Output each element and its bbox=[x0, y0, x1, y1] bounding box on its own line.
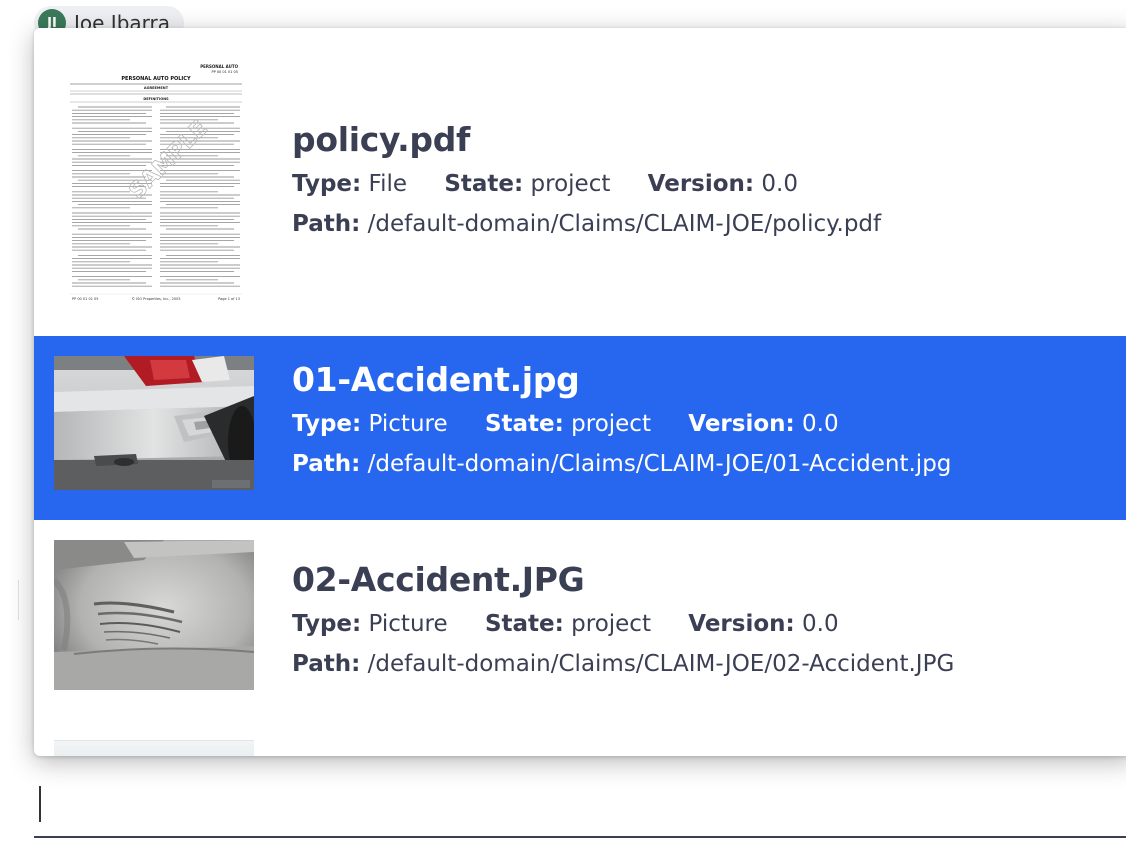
result-meta: policy.pdf Type: File State: project Ver… bbox=[292, 120, 881, 238]
version-value: 0.0 bbox=[761, 171, 798, 197]
car-scratch-thumbnail bbox=[54, 540, 254, 690]
path-label: Path: bbox=[292, 211, 361, 237]
state-value: project bbox=[571, 411, 651, 437]
pdf-footer-mid: © ISO Properties, Inc., 2003 bbox=[131, 297, 180, 301]
result-attributes: Type: File State: project Version: 0.0 bbox=[292, 170, 881, 198]
path-value: /default-domain/Claims/CLAIM-JOE/02-Acci… bbox=[367, 651, 955, 677]
result-title: 01-Accident.jpg bbox=[292, 360, 580, 399]
path-label: Path: bbox=[292, 451, 361, 477]
text-caret bbox=[39, 786, 41, 822]
result-item-partial-thumbnail[interactable] bbox=[54, 740, 254, 756]
path-label: Path: bbox=[292, 651, 361, 677]
version-value: 0.0 bbox=[802, 611, 839, 637]
version-value: 0.0 bbox=[802, 411, 839, 437]
type-label: Type: bbox=[292, 411, 362, 437]
result-meta: 02-Accident.JPG Type: Picture State: pro… bbox=[292, 560, 954, 678]
pdf-heading: PERSONAL AUTO POLICY bbox=[121, 76, 191, 82]
type-value: Picture bbox=[368, 611, 448, 637]
result-attributes: Type: Picture State: project Version: 0.… bbox=[292, 610, 954, 638]
result-attributes: Type: Picture State: project Version: 0.… bbox=[292, 410, 951, 438]
state-label: State: bbox=[484, 411, 564, 437]
type-value: File bbox=[368, 171, 408, 197]
path-value: /default-domain/Claims/CLAIM-JOE/policy.… bbox=[367, 211, 882, 237]
result-path-line: Path: /default-domain/Claims/CLAIM-JOE/p… bbox=[292, 210, 881, 238]
pdf-section-definitions: DEFINITIONS bbox=[143, 97, 169, 101]
pdf-header-right-1: PERSONAL AUTO bbox=[200, 64, 238, 69]
version-label: Version: bbox=[688, 411, 795, 437]
search-input[interactable] bbox=[34, 776, 1126, 838]
path-value: /default-domain/Claims/CLAIM-JOE/01-Acci… bbox=[367, 451, 952, 477]
result-item-01-accident[interactable]: 01-Accident.jpg Type: Picture State: pro… bbox=[34, 336, 1126, 520]
state-value: project bbox=[530, 171, 611, 197]
result-title: 02-Accident.JPG bbox=[292, 560, 585, 599]
search-results-popup: PERSONAL AUTO PP 00 01 01 05 PERSONAL AU… bbox=[34, 28, 1126, 756]
pdf-section-agreement: AGREEMENT bbox=[144, 86, 169, 90]
pdf-footer-left: PP 00 01 01 05 bbox=[72, 297, 99, 301]
type-label: Type: bbox=[292, 171, 362, 197]
state-value: project bbox=[571, 611, 651, 637]
version-label: Version: bbox=[688, 611, 795, 637]
pdf-header-right-2: PP 00 01 01 05 bbox=[212, 70, 239, 74]
state-label: State: bbox=[484, 611, 564, 637]
pdf-thumbnail: PERSONAL AUTO PP 00 01 01 05 PERSONAL AU… bbox=[66, 60, 246, 308]
car-damage-thumbnail bbox=[54, 356, 254, 490]
result-title: policy.pdf bbox=[292, 120, 471, 159]
pdf-footer-right: Page 1 of 13 bbox=[218, 297, 240, 301]
type-label: Type: bbox=[292, 611, 362, 637]
result-path-line: Path: /default-domain/Claims/CLAIM-JOE/0… bbox=[292, 650, 954, 678]
result-item-policy-pdf[interactable]: PERSONAL AUTO PP 00 01 01 05 PERSONAL AU… bbox=[34, 28, 1126, 336]
version-label: Version: bbox=[647, 171, 755, 197]
state-label: State: bbox=[444, 171, 524, 197]
result-item-02-accident[interactable]: 02-Accident.JPG Type: Picture State: pro… bbox=[34, 520, 1126, 720]
result-meta: 01-Accident.jpg Type: Picture State: pro… bbox=[292, 360, 951, 478]
background-divider bbox=[18, 580, 34, 620]
result-path-line: Path: /default-domain/Claims/CLAIM-JOE/0… bbox=[292, 450, 951, 478]
type-value: Picture bbox=[368, 411, 448, 437]
